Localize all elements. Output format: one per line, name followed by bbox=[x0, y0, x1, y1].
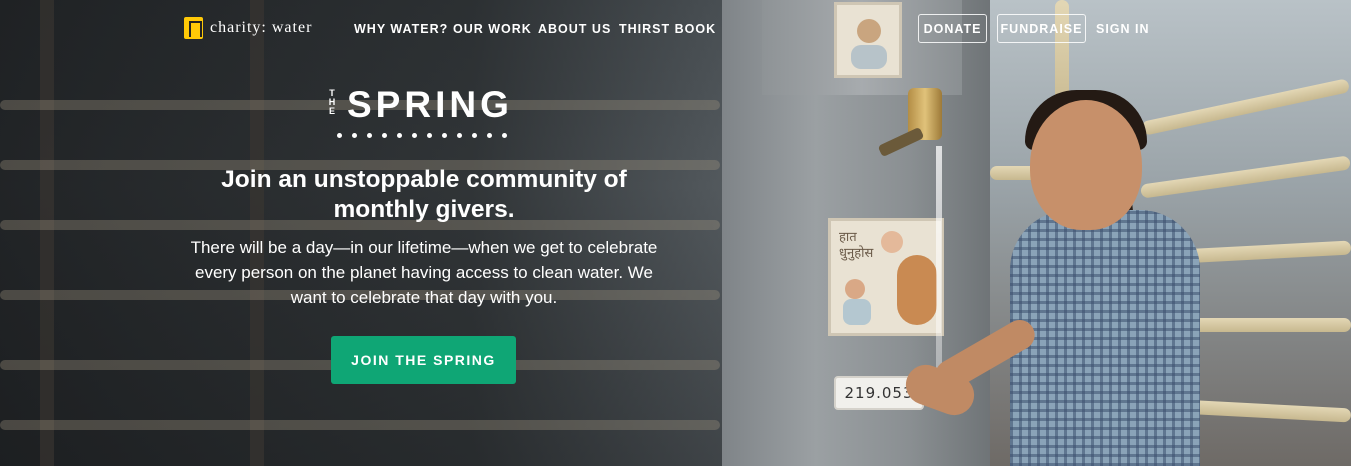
fence-post bbox=[40, 0, 54, 466]
girl-dress bbox=[1010, 210, 1200, 466]
donate-button[interactable]: DONATE bbox=[918, 14, 987, 43]
dot bbox=[442, 133, 447, 138]
nav-link-our-work[interactable]: OUR WORK bbox=[453, 22, 532, 36]
dot bbox=[412, 133, 417, 138]
logo-text: charity: water bbox=[210, 19, 313, 36]
dot bbox=[352, 133, 357, 138]
wordmark-the: THE bbox=[325, 89, 339, 116]
charity-water-logo[interactable]: charity: water bbox=[184, 17, 312, 39]
hero-headline: Join an unstoppable community of monthly… bbox=[221, 166, 627, 223]
dot bbox=[487, 133, 492, 138]
top-navigation: charity: water WHY WATER? OUR WORK ABOUT… bbox=[0, 0, 1351, 58]
wordmark-dots bbox=[337, 133, 507, 138]
nav-link-why-water[interactable]: WHY WATER? bbox=[354, 22, 448, 36]
nav-link-about-us[interactable]: ABOUT US bbox=[538, 22, 611, 36]
dot bbox=[427, 133, 432, 138]
fence-rail bbox=[0, 420, 720, 430]
dot bbox=[367, 133, 372, 138]
sign-in-link[interactable]: SIGN IN bbox=[1096, 22, 1150, 36]
wordmark-the-text: THE bbox=[328, 88, 336, 116]
water-stream bbox=[936, 146, 942, 386]
fundraise-button[interactable]: FUNDRAISE bbox=[997, 14, 1086, 43]
the-spring-wordmark: THE SPRING bbox=[325, 86, 525, 146]
wordmark-spring: SPRING bbox=[347, 84, 513, 125]
plate-number: 219.053 bbox=[844, 384, 914, 402]
bamboo-rail bbox=[1180, 318, 1351, 332]
nav-link-thirst-book[interactable]: THIRST BOOK bbox=[619, 22, 716, 36]
dot bbox=[382, 133, 387, 138]
hero-body-copy: There will be a day—in our lifetime—when… bbox=[190, 238, 658, 307]
dot bbox=[502, 133, 507, 138]
handwashing-tile: हात धुनुहोस bbox=[828, 218, 944, 336]
dot bbox=[472, 133, 477, 138]
dot bbox=[457, 133, 462, 138]
girl-face bbox=[1030, 100, 1142, 230]
fence-post bbox=[250, 0, 264, 466]
join-the-spring-button[interactable]: JOIN THE SPRING bbox=[331, 336, 516, 384]
jerry-can-icon bbox=[184, 17, 203, 39]
hero-section: हात धुनुहोस 219.053 charity: water WHY W… bbox=[0, 0, 1351, 466]
dot bbox=[397, 133, 402, 138]
dot bbox=[337, 133, 342, 138]
